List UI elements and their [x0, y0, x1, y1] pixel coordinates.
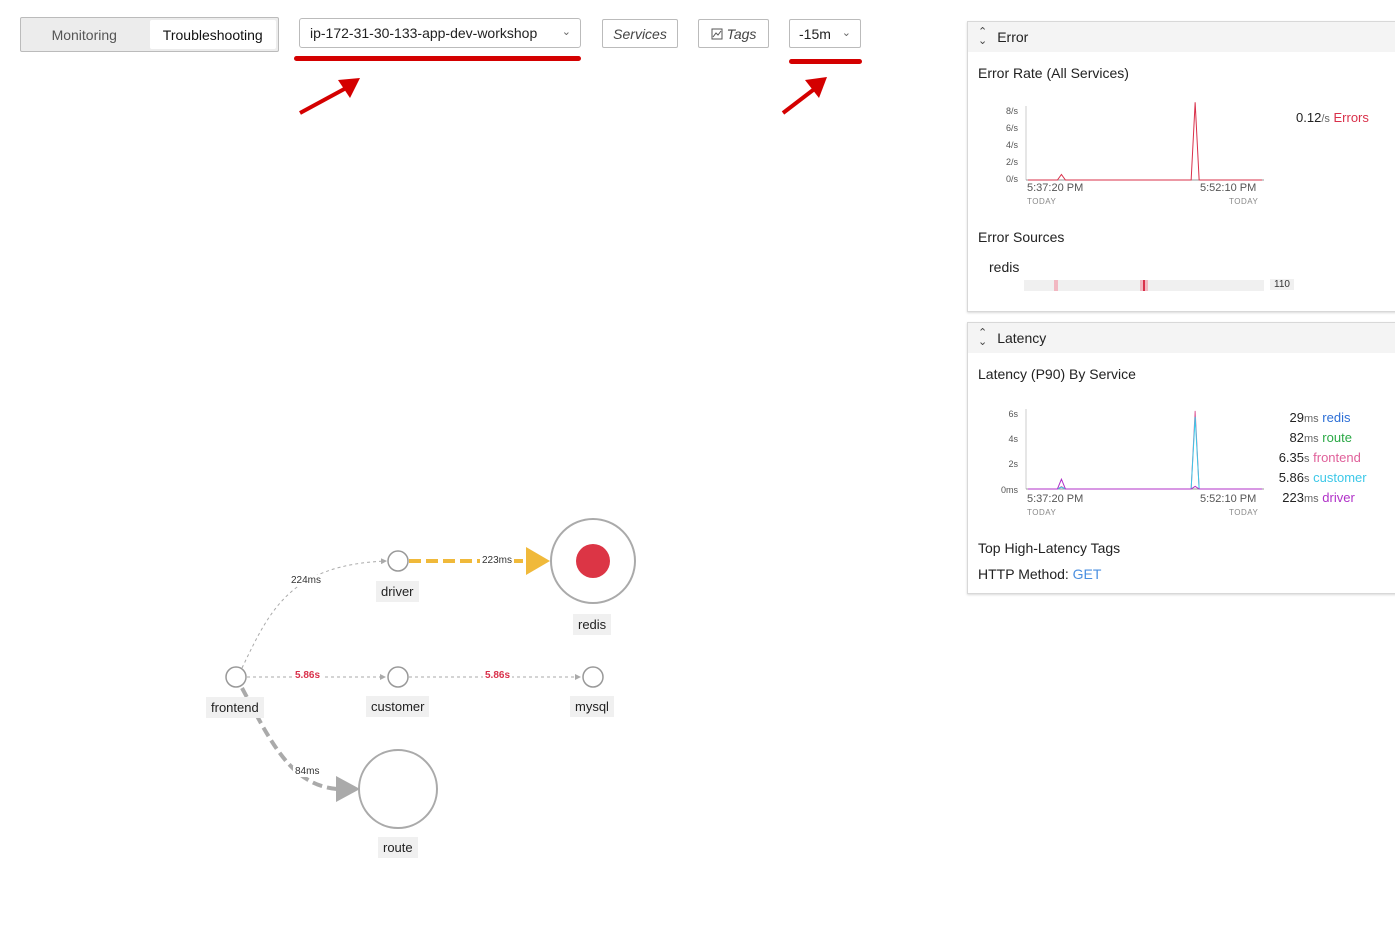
y-tick: 2/s — [1005, 157, 1018, 167]
node-label-redis: redis — [573, 614, 612, 635]
legend-service-name: route — [1322, 430, 1352, 445]
legend-value: 6.35 — [1278, 450, 1304, 465]
tag-row: HTTP Method: GET — [978, 566, 1101, 582]
high-latency-tags-title: Top High-Latency Tags — [978, 540, 1121, 556]
edge-arrowhead — [526, 547, 550, 575]
latency-panel-header[interactable]: ⌃ ⌄ Latency — [968, 323, 1395, 353]
error-source-mark — [1054, 280, 1058, 291]
x-tick: 5:37:20 PM — [1027, 182, 1084, 194]
x-subtick: TODAY — [1229, 508, 1259, 517]
legend-unit: ms — [1304, 493, 1319, 505]
latency-chart-title: Latency (P90) By Service — [978, 366, 1136, 382]
node-label-route: route — [378, 837, 418, 858]
x-subtick: TODAY — [1229, 197, 1259, 206]
error-panel: ⌃ ⌄ Error Error Rate (All Services) 8/s 6… — [967, 21, 1395, 312]
y-tick: 4s — [1008, 434, 1018, 444]
error-source-mark — [1143, 280, 1145, 291]
y-tick: 8/s — [1005, 106, 1018, 116]
node-mysql[interactable] — [582, 666, 604, 688]
error-source-name[interactable]: redis — [989, 259, 1019, 275]
tag-key: HTTP Method: — [978, 566, 1069, 582]
edge-label-frontend-customer: 5.86s — [293, 670, 323, 681]
edge-label-customer-mysql: 5.86s — [483, 670, 513, 681]
legend-service-name: frontend — [1313, 450, 1361, 465]
legend-unit: s — [1304, 453, 1310, 465]
error-rate-label: Errors — [1333, 110, 1369, 125]
edge-label-frontend-route: 84ms — [293, 766, 322, 777]
error-panel-header[interactable]: ⌃ ⌄ Error — [968, 22, 1395, 52]
legend-unit: ms — [1304, 433, 1319, 445]
x-subtick: TODAY — [1027, 197, 1057, 206]
error-sources-title: Error Sources — [978, 229, 1065, 245]
y-tick: 4/s — [1005, 140, 1018, 150]
latency-legend-item[interactable]: 223ms driver — [1264, 490, 1384, 505]
node-label-customer: customer — [366, 696, 430, 717]
expand-collapse-icon: ⌃ ⌄ — [978, 327, 988, 348]
error-panel-title: Error — [997, 29, 1029, 45]
legend-value: 5.86 — [1278, 470, 1304, 485]
tag-value-link[interactable]: GET — [1073, 566, 1102, 582]
legend-value: 223 — [1282, 490, 1304, 505]
latency-legend-item[interactable]: 6.35s frontend — [1264, 450, 1384, 465]
latency-panel-title: Latency — [997, 330, 1047, 346]
legend-unit: s — [1304, 473, 1310, 485]
x-tick: 5:37:20 PM — [1027, 493, 1084, 505]
latency-legend-item[interactable]: 82ms route — [1264, 430, 1384, 445]
legend-service-name: customer — [1313, 470, 1367, 485]
error-source-bar[interactable] — [1024, 280, 1264, 291]
legend-unit: ms — [1304, 413, 1319, 425]
x-tick: 5:52:10 PM — [1200, 182, 1257, 194]
edge-arrowhead — [336, 776, 360, 802]
legend-value: 82 — [1289, 430, 1304, 445]
error-rate-chart — [1025, 102, 1264, 181]
x-tick: 5:52:10 PM — [1200, 493, 1257, 505]
error-source-count: 110 — [1270, 279, 1294, 290]
node-label-mysql: mysql — [570, 696, 614, 717]
error-indicator-icon — [576, 544, 610, 578]
node-label-frontend: frontend — [206, 697, 264, 718]
latency-chart — [1025, 409, 1264, 490]
y-tick: 0ms — [1000, 485, 1018, 495]
error-rate-unit: /s — [1321, 113, 1330, 125]
node-customer[interactable] — [387, 666, 409, 688]
y-tick: 6/s — [1005, 123, 1018, 133]
edge-label-frontend-driver: 224ms — [289, 575, 324, 586]
latency-panel: ⌃ ⌄ Latency Latency (P90) By Service 6s 4… — [967, 322, 1395, 594]
legend-service-name: driver — [1322, 490, 1355, 505]
latency-legend-item[interactable]: 29ms redis — [1264, 410, 1384, 425]
y-tick: 6s — [1008, 409, 1018, 419]
error-rate-title: Error Rate (All Services) — [978, 65, 1129, 81]
x-subtick: TODAY — [1027, 508, 1057, 517]
service-map — [225, 518, 636, 829]
latency-legend-item[interactable]: 5.86s customer — [1264, 470, 1384, 485]
edge-label-driver-redis: 223ms — [480, 555, 515, 566]
y-tick: 0/s — [1005, 174, 1018, 184]
expand-collapse-icon: ⌃ ⌄ — [978, 26, 988, 47]
node-label-driver: driver — [376, 581, 419, 602]
error-rate-summary: 0.12/s Errors — [1296, 110, 1369, 125]
legend-service-name: redis — [1322, 410, 1351, 425]
series-line-Errors — [1028, 102, 1262, 181]
node-frontend[interactable] — [225, 666, 247, 688]
series-line-customer — [1028, 416, 1262, 490]
error-rate-value: 0.12 — [1296, 110, 1322, 125]
node-driver[interactable] — [387, 550, 409, 572]
legend-value: 29 — [1289, 410, 1304, 425]
y-tick: 2s — [1008, 459, 1018, 469]
node-route[interactable] — [358, 749, 438, 829]
series-line-frontend — [1028, 410, 1262, 490]
